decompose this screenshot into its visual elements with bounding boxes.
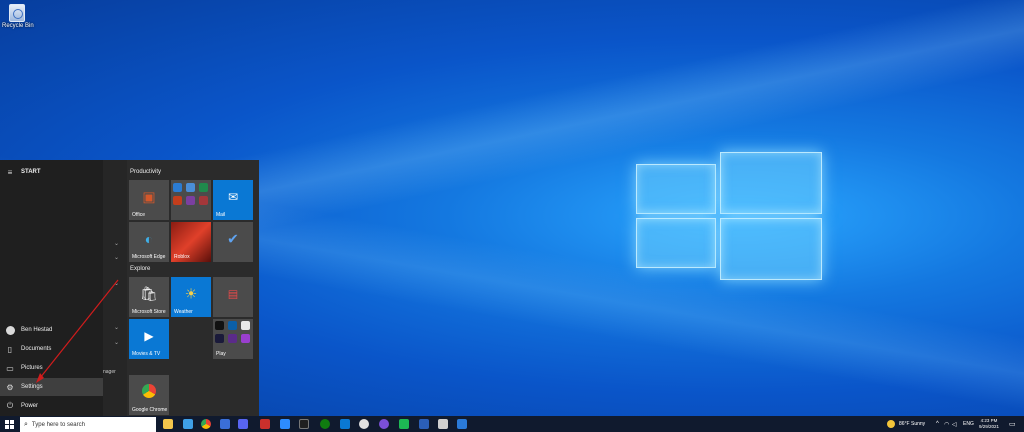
wifi-icon: ◠	[944, 421, 950, 428]
sun-icon	[887, 420, 895, 428]
terminal-taskbar-icon[interactable]	[299, 419, 309, 429]
search-placeholder: Type here to search	[31, 421, 85, 428]
zoom-taskbar-icon[interactable]	[280, 419, 290, 429]
taskbar-search-box[interactable]: ⌕ Type here to search	[20, 417, 156, 432]
clock-date: 9/29/2021	[978, 424, 1000, 429]
notification-center-button[interactable]: ▭	[1009, 416, 1016, 432]
store-taskbar-icon[interactable]	[220, 419, 230, 429]
search-icon: ⌕	[24, 420, 28, 428]
windows-start-button[interactable]	[5, 420, 14, 429]
chevron-up-icon: ^	[936, 421, 939, 427]
notification-icon: ▭	[1009, 421, 1016, 428]
photos-taskbar-icon[interactable]	[457, 419, 467, 429]
system-clock[interactable]: 4:23 PM 9/29/2021	[974, 418, 1004, 430]
app-taskbar-icon[interactable]	[438, 419, 448, 429]
xbox-taskbar-icon[interactable]	[320, 419, 330, 429]
tray-icon[interactable]: ◠	[944, 416, 949, 432]
app-taskbar-icon[interactable]	[399, 419, 409, 429]
tray-overflow-chevron[interactable]: ^	[936, 416, 939, 432]
edge-taskbar-icon[interactable]	[183, 419, 193, 429]
arrow-line	[39, 279, 119, 379]
discord-taskbar-icon[interactable]	[238, 419, 248, 429]
app-taskbar-icon[interactable]	[359, 419, 369, 429]
file-explorer-icon[interactable]	[163, 419, 173, 429]
app-taskbar-icon[interactable]	[260, 419, 270, 429]
app-taskbar-icon[interactable]	[419, 419, 429, 429]
speaker-icon: ◁	[952, 421, 957, 428]
tray-icon[interactable]: ◁	[952, 416, 957, 432]
weather-widget[interactable]: 86°F Sunny	[887, 416, 925, 432]
mail-taskbar-icon[interactable]	[340, 419, 350, 429]
app-taskbar-icon[interactable]	[379, 419, 389, 429]
language-indicator[interactable]: ENG	[963, 416, 974, 432]
taskbar: ⌕ Type here to search 86°F Sunny ^ ◠ ◁ E…	[0, 416, 1024, 432]
chrome-taskbar-icon[interactable]	[201, 419, 211, 429]
annotation-arrow	[36, 279, 119, 383]
weather-text: 86°F Sunny	[899, 421, 926, 427]
